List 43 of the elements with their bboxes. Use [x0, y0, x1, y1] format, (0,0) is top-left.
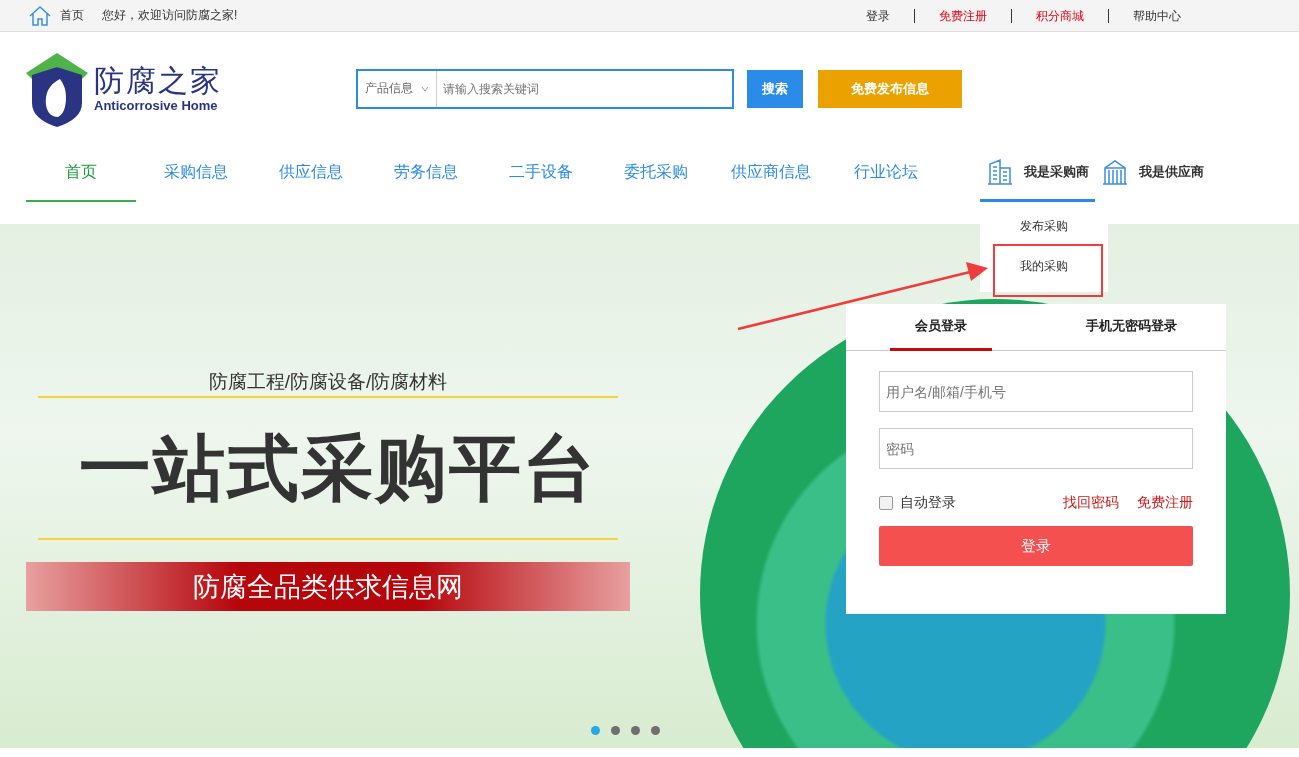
banner-tagline: 防腐全品类供求信息网	[26, 562, 630, 611]
home-link[interactable]: 首页	[60, 7, 84, 24]
menu-item[interactable]: 发布采购	[1020, 206, 1068, 246]
logo-subtitle: Anticorrosive Home	[94, 98, 219, 113]
nav-link[interactable]: 首页	[26, 145, 136, 202]
building-icon[interactable]	[986, 158, 1014, 186]
logo-name: 防腐之家	[94, 64, 222, 98]
nav-link[interactable]: 供应商信息	[716, 145, 826, 202]
search-button[interactable]: 搜索	[747, 69, 803, 108]
top-link[interactable]: 登录	[842, 8, 914, 23]
top-link[interactable]: 帮助中心	[1109, 8, 1205, 23]
caret-icon	[421, 85, 429, 92]
role-link[interactable]: 我是采购商	[1024, 163, 1089, 181]
building-icon[interactable]	[1101, 158, 1129, 186]
auto-login-label: 自动登录	[900, 494, 956, 512]
banner-subtitle: 防腐工程/防腐设备/防腐材料	[208, 370, 448, 394]
top-link[interactable]: 免费注册	[915, 8, 1011, 23]
login-link[interactable]: 免费注册	[1137, 494, 1193, 512]
nav-link[interactable]: 二手设备	[486, 145, 596, 202]
nav-link[interactable]: 采购信息	[141, 145, 251, 202]
nav-link[interactable]: 委托采购	[601, 145, 711, 202]
login-link[interactable]: 找回密码	[1063, 494, 1119, 512]
login-tab[interactable]: 手机无密码登录	[1060, 304, 1202, 351]
home-icon[interactable]	[28, 3, 52, 28]
login-tab[interactable]: 会员登录	[890, 304, 992, 351]
logo-icon	[26, 50, 88, 127]
top-link[interactable]: 积分商城	[1012, 8, 1108, 23]
carousel-dot[interactable]	[631, 726, 640, 735]
menu-item[interactable]: 我的采购	[1020, 246, 1068, 286]
carousel-dot[interactable]	[611, 726, 620, 735]
auto-login-checkbox[interactable]	[879, 496, 893, 510]
search-field[interactable]: 产品信息 请输入搜索关键词	[356, 68, 734, 109]
carousel-dot[interactable]	[651, 726, 660, 735]
login-button[interactable]: 登录	[879, 526, 1193, 566]
password-field[interactable]: 密码	[879, 428, 1193, 469]
nav-link[interactable]: 供应信息	[256, 145, 366, 202]
welcome-text: 您好，欢迎访问防腐之家!	[102, 7, 238, 24]
banner-headline: 一站式采购平台	[79, 428, 597, 508]
nav-link[interactable]: 行业论坛	[831, 145, 941, 202]
nav-link[interactable]: 劳务信息	[371, 145, 481, 202]
carousel-dot[interactable]	[591, 726, 600, 735]
username-field[interactable]: 用户名/邮箱/手机号	[879, 371, 1193, 412]
role-link[interactable]: 我是供应商	[1139, 163, 1204, 181]
